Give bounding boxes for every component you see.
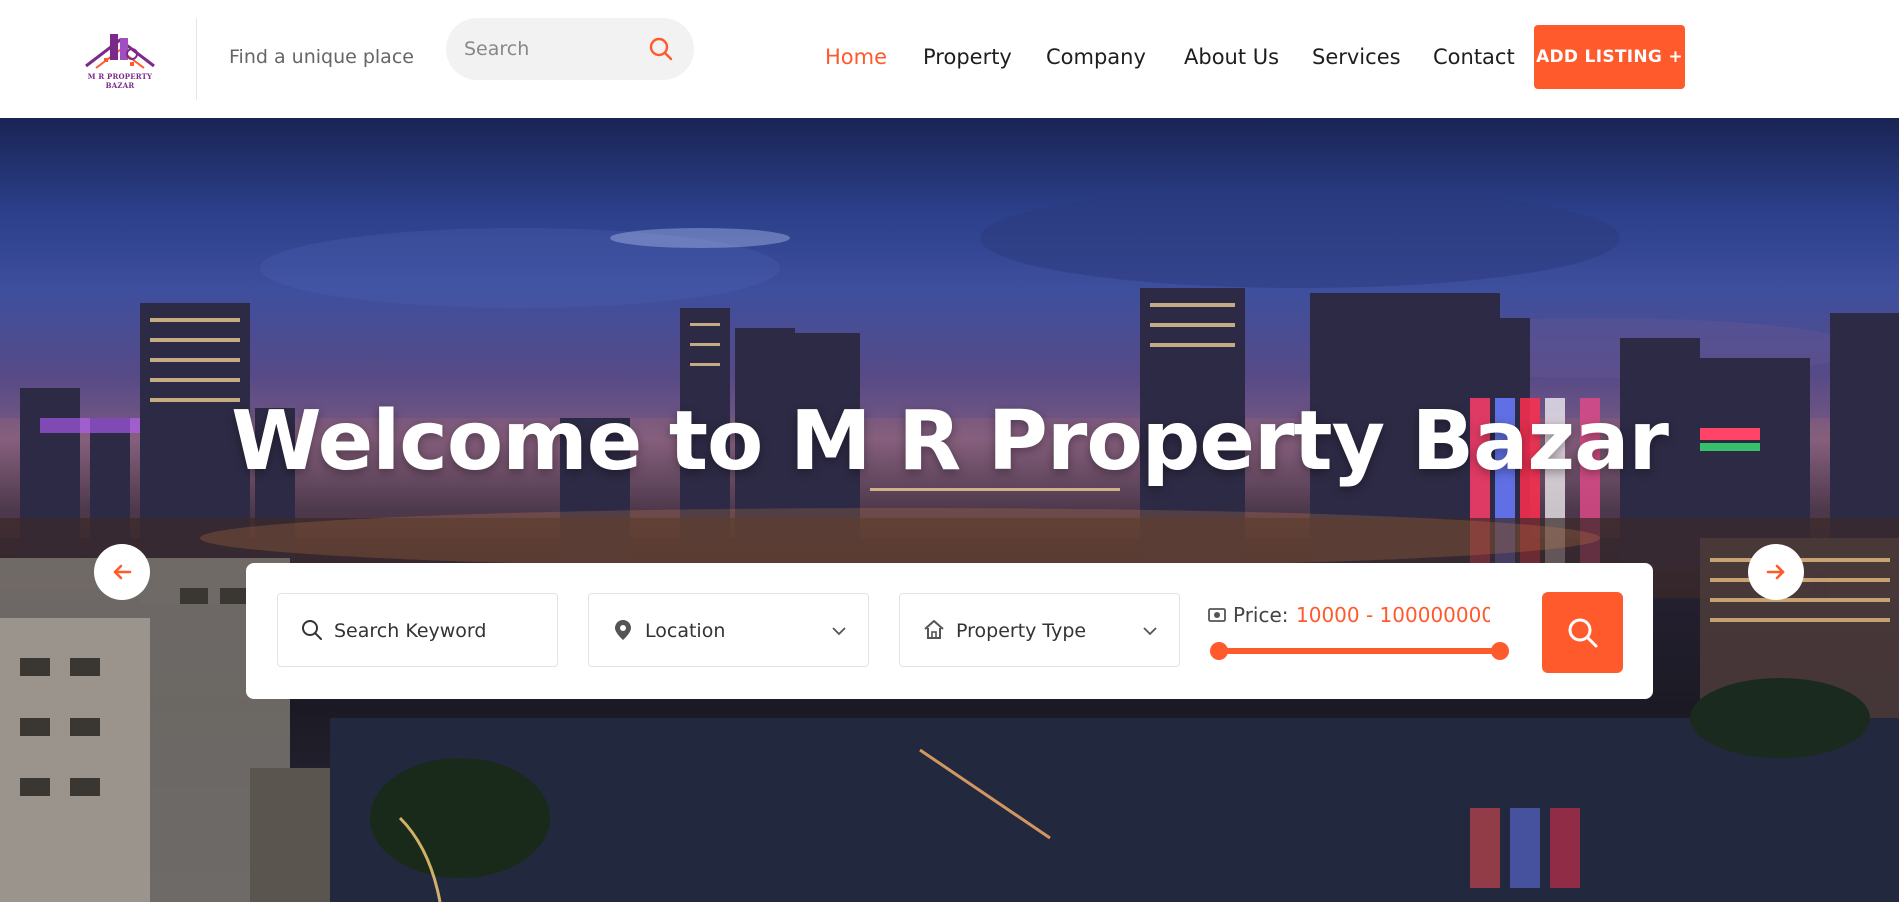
map-pin-icon bbox=[615, 620, 631, 640]
nav-contact[interactable]: Contact bbox=[1433, 45, 1515, 69]
nav-company[interactable]: Company bbox=[1046, 45, 1146, 69]
search-icon[interactable] bbox=[646, 34, 676, 64]
price-slider-track[interactable] bbox=[1219, 648, 1501, 654]
add-listing-button[interactable]: ADD LISTING + bbox=[1534, 25, 1685, 89]
header-search bbox=[446, 18, 694, 80]
tagline: Find a unique place bbox=[229, 46, 414, 68]
money-icon bbox=[1208, 608, 1226, 622]
search-icon bbox=[1568, 618, 1597, 647]
location-label: Location bbox=[645, 620, 726, 642]
hero-banner: Welcome to M R Property Bazar Search Key… bbox=[0, 118, 1899, 902]
property-type-select[interactable]: Property Type bbox=[899, 593, 1180, 667]
chevron-down-icon bbox=[1143, 627, 1157, 636]
next-slide-button[interactable] bbox=[1748, 544, 1804, 600]
chevron-down-icon bbox=[832, 627, 846, 636]
arrow-right-icon bbox=[1766, 564, 1785, 580]
price-slider-min-handle[interactable] bbox=[1210, 642, 1228, 660]
nav-about-us[interactable]: About Us bbox=[1184, 45, 1279, 69]
property-search-form: Search Keyword Location Property Type Pr… bbox=[246, 563, 1653, 699]
logo-house-icon bbox=[85, 34, 155, 69]
keyword-label: Search Keyword bbox=[334, 620, 487, 642]
header-divider bbox=[196, 18, 197, 100]
home-icon bbox=[924, 620, 944, 639]
nav-home[interactable]: Home bbox=[825, 45, 887, 69]
nav-services[interactable]: Services bbox=[1312, 45, 1401, 69]
keyword-field[interactable]: Search Keyword bbox=[277, 593, 558, 667]
header-search-input[interactable] bbox=[464, 18, 634, 80]
nav-property[interactable]: Property bbox=[923, 45, 1012, 69]
site-header: M R PROPERTY BAZAR Find a unique place H… bbox=[0, 0, 1899, 118]
logo-text: M R PROPERTY BAZAR bbox=[87, 72, 153, 90]
hero-headline: Welcome to M R Property Bazar bbox=[231, 394, 1669, 489]
price-label: Price: bbox=[1233, 603, 1289, 627]
brand-logo[interactable]: M R PROPERTY BAZAR bbox=[80, 28, 160, 90]
property-type-label: Property Type bbox=[956, 620, 1087, 642]
search-submit-button[interactable] bbox=[1542, 592, 1623, 673]
prev-slide-button[interactable] bbox=[94, 544, 150, 600]
arrow-left-icon bbox=[113, 564, 132, 580]
location-select[interactable]: Location bbox=[588, 593, 869, 667]
city-skyline-background bbox=[0, 188, 1899, 902]
price-range-value: 10000 - 1000000000 bbox=[1296, 603, 1490, 627]
price-slider-max-handle[interactable] bbox=[1491, 642, 1509, 660]
search-icon bbox=[302, 620, 322, 640]
